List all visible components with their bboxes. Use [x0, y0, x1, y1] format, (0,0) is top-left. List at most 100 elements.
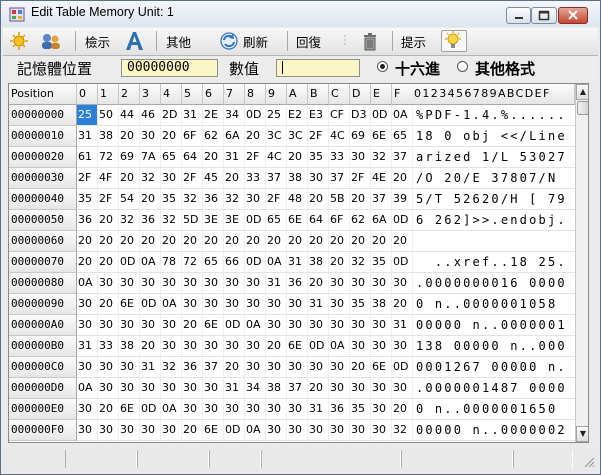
hex-cell[interactable]: 37	[329, 168, 350, 189]
hex-cell[interactable]: 30	[329, 378, 350, 399]
hex-cell[interactable]: 65	[161, 147, 182, 168]
hex-cell[interactable]: 30	[371, 378, 392, 399]
hex-cell[interactable]: 6E	[203, 420, 224, 441]
hex-cell[interactable]: 65	[392, 126, 413, 147]
hex-cell[interactable]: 30	[182, 273, 203, 294]
hex-cell[interactable]: 20	[224, 357, 245, 378]
hex-cell[interactable]: 20	[266, 231, 287, 252]
hex-cell[interactable]: 6F	[182, 126, 203, 147]
hex-cell[interactable]: 30	[119, 315, 140, 336]
hex-cell[interactable]: 25	[266, 105, 287, 126]
hex-cell[interactable]: 31	[308, 294, 329, 315]
hex-cell[interactable]: 32	[392, 420, 413, 441]
hex-cell[interactable]: 25	[77, 105, 98, 126]
vertical-scrollbar[interactable]: ▲ ▼	[575, 84, 588, 442]
hex-cell[interactable]: 30	[329, 357, 350, 378]
hex-cell[interactable]: 2F	[245, 147, 266, 168]
ascii-cell[interactable]: .0000001487 0000	[412, 378, 575, 399]
hex-cell[interactable]: E2	[287, 105, 308, 126]
hex-cell[interactable]: 36	[140, 210, 161, 231]
restore-button[interactable]: 回復	[296, 30, 328, 52]
drag-handle[interactable]	[341, 30, 353, 52]
hex-cell[interactable]: 20	[119, 126, 140, 147]
hex-column-header[interactable]: D	[350, 84, 371, 105]
hex-cell[interactable]: 20	[392, 294, 413, 315]
hex-cell[interactable]: 0A	[245, 420, 266, 441]
hex-cell[interactable]: 30	[371, 399, 392, 420]
row-position[interactable]: 000000D0	[9, 378, 77, 399]
hex-cell[interactable]: 34	[245, 378, 266, 399]
title-bar[interactable]: Edit Table Memory Unit: 1	[1, 1, 600, 27]
hex-cell[interactable]: D3	[350, 105, 371, 126]
hex-cell[interactable]: 0D	[224, 420, 245, 441]
hex-cell[interactable]: 30	[203, 294, 224, 315]
hex-cell[interactable]: 2F	[98, 189, 119, 210]
hex-cell[interactable]: 30	[182, 378, 203, 399]
hex-cell[interactable]: 65	[266, 210, 287, 231]
hex-cell[interactable]: 30	[392, 273, 413, 294]
hex-cell[interactable]: 30	[287, 315, 308, 336]
row-position[interactable]: 000000A0	[9, 315, 77, 336]
hex-cell[interactable]: 30	[161, 273, 182, 294]
hex-cell[interactable]: 6E	[287, 210, 308, 231]
ascii-cell[interactable]: %PDF-1.4.%......	[412, 105, 575, 126]
hex-cell[interactable]: 2F	[308, 126, 329, 147]
hex-cell[interactable]: 3E	[224, 210, 245, 231]
hex-cell[interactable]: 36	[182, 357, 203, 378]
delete-button[interactable]	[361, 30, 383, 52]
ascii-cell[interactable]: 00000 n..0000002	[412, 420, 575, 441]
row-position[interactable]: 000000F0	[9, 420, 77, 441]
hex-cell[interactable]: 30	[371, 273, 392, 294]
hex-cell[interactable]: 35	[371, 252, 392, 273]
hex-cell[interactable]: 20	[119, 231, 140, 252]
row-position[interactable]: 00000020	[9, 147, 77, 168]
hex-cell[interactable]: 30	[161, 315, 182, 336]
ascii-cell[interactable]: 6 262]>>.endobj.	[412, 210, 575, 231]
hex-cell[interactable]: 30	[140, 420, 161, 441]
ascii-cell[interactable]: arized 1/L 53027	[412, 147, 575, 168]
hex-column-header[interactable]: A	[287, 84, 308, 105]
row-position[interactable]: 000000B0	[9, 336, 77, 357]
hex-cell[interactable]: 20	[371, 231, 392, 252]
hex-cell[interactable]: 32	[161, 210, 182, 231]
hex-cell[interactable]: 6A	[371, 210, 392, 231]
hex-cell[interactable]: 35	[308, 147, 329, 168]
hex-cell[interactable]: 4C	[266, 147, 287, 168]
maximize-button[interactable]	[531, 7, 557, 24]
hex-cell[interactable]: 20	[266, 336, 287, 357]
hex-cell[interactable]: 38	[308, 252, 329, 273]
hex-cell[interactable]: 30	[203, 378, 224, 399]
hex-cell[interactable]: 30	[98, 357, 119, 378]
hex-cell[interactable]: 4E	[371, 168, 392, 189]
hex-cell[interactable]: 72	[98, 147, 119, 168]
hex-cell[interactable]: 38	[119, 336, 140, 357]
hex-cell[interactable]: 33	[98, 336, 119, 357]
row-position[interactable]: 00000040	[9, 189, 77, 210]
hex-cell[interactable]: 6E	[371, 126, 392, 147]
hex-cell[interactable]: 20	[308, 273, 329, 294]
hex-cell[interactable]: 0D	[392, 357, 413, 378]
hex-column-header[interactable]: F	[392, 84, 413, 105]
hex-cell[interactable]: 30	[77, 399, 98, 420]
hex-cell[interactable]: 7A	[140, 147, 161, 168]
hex-cell[interactable]: 30	[308, 420, 329, 441]
hex-cell[interactable]: 32	[119, 210, 140, 231]
hex-cell[interactable]: 20	[98, 231, 119, 252]
hex-cell[interactable]: 37	[287, 378, 308, 399]
hex-cell[interactable]: 50	[98, 105, 119, 126]
hex-cell[interactable]: 0A	[266, 252, 287, 273]
hex-cell[interactable]: 30	[245, 189, 266, 210]
ascii-cell[interactable]: .0000000016 0000	[412, 273, 575, 294]
hex-cell[interactable]: 30	[224, 336, 245, 357]
hex-cell[interactable]: 20	[98, 399, 119, 420]
settings-tool-button[interactable]	[9, 30, 35, 52]
hex-cell[interactable]: 30	[245, 294, 266, 315]
hex-cell[interactable]: 30	[161, 420, 182, 441]
hex-cell[interactable]: 0D	[245, 252, 266, 273]
users-tool-button[interactable]	[39, 30, 65, 52]
hex-cell[interactable]: 20	[203, 231, 224, 252]
hex-cell[interactable]: 2F	[266, 189, 287, 210]
hex-cell[interactable]: 30	[392, 336, 413, 357]
hex-cell[interactable]: 78	[161, 252, 182, 273]
hex-cell[interactable]: 20	[308, 189, 329, 210]
